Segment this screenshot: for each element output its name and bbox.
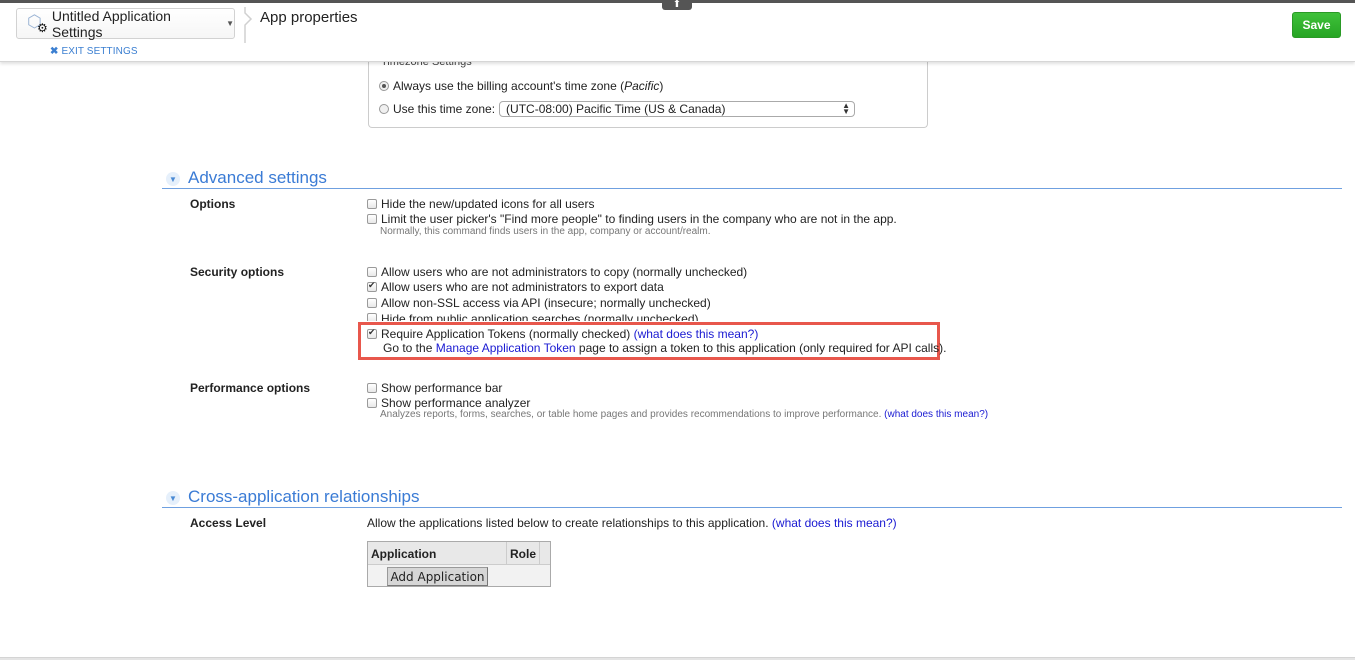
page-title: App properties: [260, 9, 358, 26]
timezone-option-billing-label: Always use the billing account's time zo…: [393, 79, 664, 93]
performance-option-bar[interactable]: Show performance bar: [367, 381, 502, 395]
option-limit-user-picker[interactable]: Limit the user picker's "Find more peopl…: [367, 212, 897, 226]
option-label: Limit the user picker's "Find more peopl…: [381, 212, 897, 226]
column-header-application: Application: [368, 542, 507, 564]
app-switcher-dropdown[interactable]: ⬡ ⚙ Untitled Application Settings ▼: [16, 7, 235, 40]
app-cube-gear-icon: ⬡ ⚙: [27, 11, 48, 35]
checkbox-require-app-tokens[interactable]: [367, 327, 377, 339]
checkbox-show-performance-analyzer[interactable]: [367, 398, 377, 408]
timezone-option-billing[interactable]: Always use the billing account's time zo…: [379, 79, 663, 93]
performance-hint: Analyzes reports, forms, searches, or ta…: [380, 409, 989, 420]
table-header-row: Application Role: [368, 542, 550, 565]
security-option-export[interactable]: Allow users who are not administrators t…: [367, 280, 664, 294]
checkbox-hide-new-icons[interactable]: [367, 199, 377, 209]
checkbox-allow-copy[interactable]: [367, 267, 377, 277]
collapse-header-tab[interactable]: ⬆: [662, 0, 692, 10]
option-label: Allow users who are not administrators t…: [381, 280, 664, 294]
performance-what-does-this-mean-link[interactable]: (what does this mean?): [884, 409, 988, 420]
security-option-non-ssl[interactable]: Allow non-SSL access via API (insecure; …: [367, 296, 711, 310]
options-hint: Normally, this command finds users in th…: [380, 226, 711, 237]
timezone-option-custom[interactable]: Use this time zone: (UTC-08:00) Pacific …: [379, 101, 856, 117]
advanced-settings-title[interactable]: Advanced settings: [188, 168, 327, 188]
access-what-does-this-mean-link[interactable]: (what does this mean?): [772, 516, 897, 530]
select-arrows-icon: ▲ ▼: [842, 101, 851, 116]
performance-option-analyzer[interactable]: Show performance analyzer: [367, 396, 530, 410]
timezone-select[interactable]: (UTC-08:00) Pacific Time (US & Canada) ▲…: [499, 101, 856, 117]
option-label: Allow non-SSL access via API (insecure; …: [381, 296, 711, 310]
chevron-down-icon: ▼: [226, 19, 234, 28]
options-label: Options: [190, 197, 236, 211]
manage-app-token-link[interactable]: Manage Application Token: [436, 341, 576, 355]
checkbox-limit-user-picker[interactable]: [367, 214, 377, 224]
collapse-triangle-icon[interactable]: ▼: [166, 172, 180, 186]
security-option-copy[interactable]: Allow users who are not administrators t…: [367, 265, 747, 279]
relationships-table: Application Role Add Application: [367, 541, 551, 587]
checkbox-hide-public-search[interactable]: [367, 312, 377, 321]
security-options-label: Security options: [190, 265, 285, 279]
app-name: Untitled Application Settings: [51, 7, 171, 40]
radio-custom-timezone[interactable]: [379, 104, 389, 114]
option-label: Require Application Tokens (normally che…: [381, 327, 631, 341]
option-label: Allow users who are not administrators t…: [381, 265, 748, 279]
security-option-require-tokens[interactable]: Require Application Tokens (normally che…: [367, 327, 758, 341]
security-option-hide-public[interactable]: Hide from public application searches (n…: [367, 312, 698, 321]
exit-settings-link[interactable]: ✖ EXIT SETTINGS: [50, 46, 138, 57]
option-label: Hide from public application searches (n…: [381, 312, 699, 321]
radio-billing-timezone[interactable]: [379, 81, 389, 91]
option-label: Show performance bar: [381, 381, 503, 395]
checkbox-show-performance-bar[interactable]: [367, 383, 377, 393]
checkbox-non-ssl-api[interactable]: [367, 298, 377, 308]
close-icon: ✖: [50, 46, 59, 57]
what-does-this-mean-link[interactable]: (what does this mean?): [634, 327, 759, 341]
option-label: Show performance analyzer: [381, 396, 531, 410]
access-level-text: Allow the applications listed below to c…: [367, 516, 897, 530]
collapse-triangle-icon[interactable]: ▼: [166, 491, 180, 505]
access-level-label: Access Level: [190, 516, 267, 530]
option-label: Hide the new/updated icons for all users: [381, 197, 595, 211]
save-button[interactable]: Save: [1292, 12, 1341, 38]
breadcrumb-separator: [244, 7, 253, 43]
arrow-up-icon: ⬆: [672, 0, 682, 10]
timezone-option-custom-label: Use this time zone:: [393, 102, 496, 116]
option-hide-new-icons[interactable]: Hide the new/updated icons for all users: [367, 197, 594, 211]
advanced-settings-header[interactable]: ▼ Advanced settings: [162, 167, 1342, 189]
column-header-role: Role: [507, 542, 540, 564]
timezone-select-value: (UTC-08:00) Pacific Time (US & Canada): [506, 102, 726, 116]
add-application-button[interactable]: Add Application: [387, 567, 488, 586]
cross-app-header[interactable]: ▼ Cross-application relationships: [162, 486, 1342, 508]
performance-options-label: Performance options: [190, 381, 311, 395]
token-note: Go to the Manage Application Token page …: [383, 341, 947, 355]
checkbox-allow-export[interactable]: [367, 280, 377, 292]
settings-header: ⬡ ⚙ Untitled Application Settings ▼ App p…: [0, 3, 1355, 62]
cross-app-title[interactable]: Cross-application relationships: [188, 487, 420, 507]
